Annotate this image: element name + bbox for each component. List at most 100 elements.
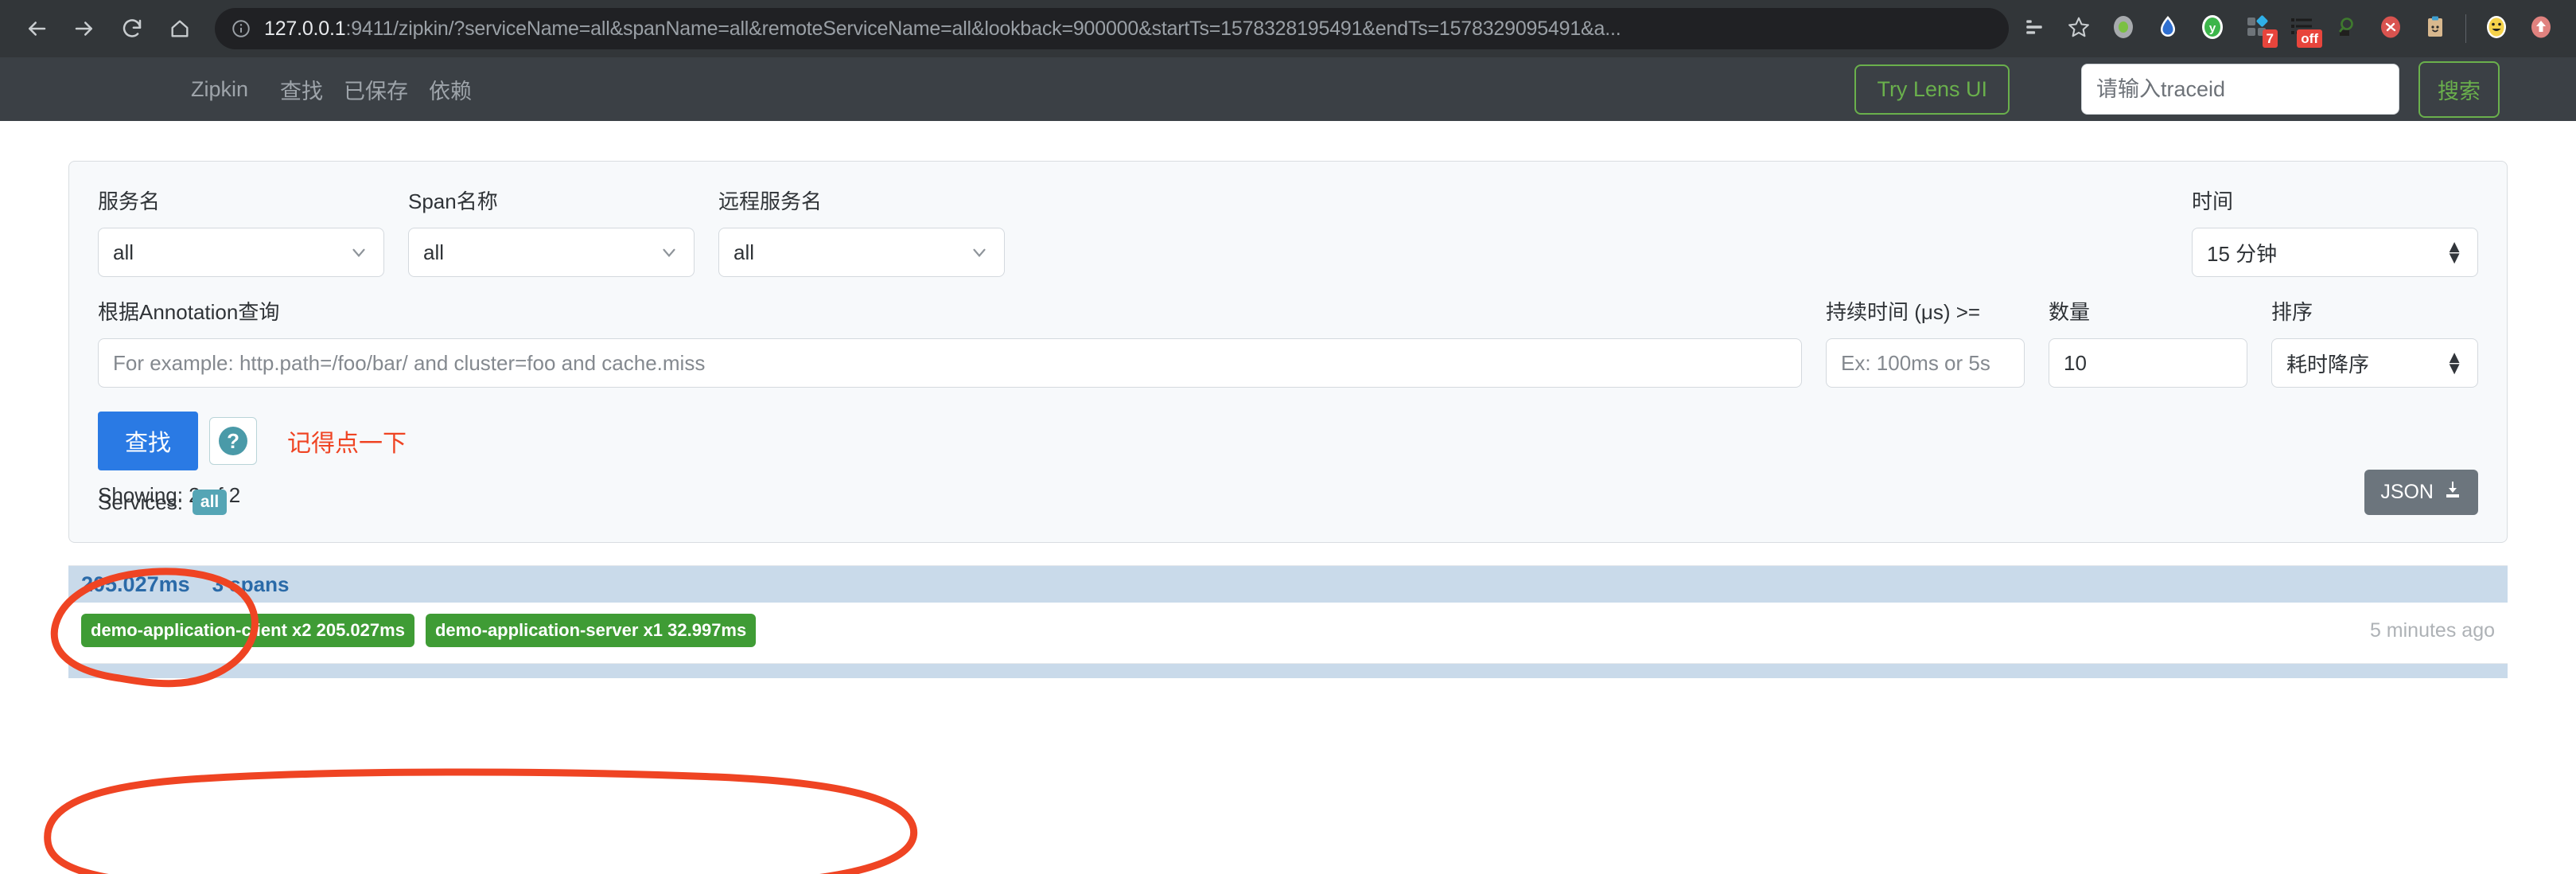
duration-input[interactable]: Ex: 100ms or 5s [1826, 338, 2025, 388]
field-remote-service-name: 远程服务名 all [718, 185, 1005, 277]
extension-list-button[interactable]: off [2279, 6, 2324, 51]
home-button[interactable] [156, 5, 204, 53]
field-duration: 持续时间 (μs) >= Ex: 100ms or 5s [1826, 296, 2025, 388]
services-line: Services: all [98, 490, 228, 515]
extension-yoast-button[interactable]: y [2190, 6, 2235, 51]
span-name-value: all [423, 240, 445, 264]
label-sort: 排序 [2271, 300, 2313, 324]
navbar-right-group: Try Lens UI 搜索 [1854, 60, 2500, 118]
forward-arrow-icon [72, 17, 96, 41]
plug-blocked-icon [2377, 14, 2404, 45]
annotation-query-input[interactable]: For example: http.path=/foo/bar/ and clu… [98, 338, 1802, 388]
search-panel: 服务名 all Span名称 all 远程服务名 all 时间 15 分钟 ▲ … [68, 161, 2508, 543]
label-annotation-query: 根据Annotation查询 [98, 300, 280, 324]
extension-blocker-button[interactable] [2368, 6, 2413, 51]
trace-span-count: 3 spans [212, 572, 290, 596]
trace-results-list: 205.027ms 3 spans demo-application-clien… [68, 565, 2508, 678]
question-mark-icon: ? [219, 427, 248, 455]
toolbar-divider [2465, 14, 2466, 43]
trace-service-badge[interactable]: demo-application-server x1 32.997ms [425, 614, 757, 647]
trace-timestamp: 5 minutes ago [2369, 618, 2495, 642]
svg-text:y: y [2209, 21, 2216, 35]
extensions-puzzle-button[interactable]: 7 [2235, 6, 2279, 51]
reading-list-icon [2024, 17, 2045, 41]
download-icon [2443, 480, 2462, 505]
nav-link-dependencies[interactable]: 依赖 [429, 74, 472, 105]
brand-logo[interactable]: Zipkin [191, 77, 248, 102]
services-chip-all[interactable]: all [192, 490, 228, 515]
service-name-select[interactable]: all [98, 228, 384, 277]
url-host: 127.0.0.1 [264, 17, 346, 40]
duration-placeholder: Ex: 100ms or 5s [1841, 350, 1990, 375]
json-button-label: JSON [2380, 481, 2434, 503]
home-icon [169, 18, 191, 40]
limit-value: 10 [2064, 350, 2087, 375]
table-row[interactable]: 205.027ms 3 spans demo-application-clien… [68, 565, 2508, 663]
nav-link-saved[interactable]: 已保存 [344, 74, 408, 105]
extension-magnifier-button[interactable] [2324, 6, 2368, 51]
limit-input[interactable]: 10 [2049, 338, 2247, 388]
trace-service-badge[interactable]: demo-application-client x2 205.027ms [81, 614, 414, 647]
bookmark-star-button[interactable] [2057, 6, 2101, 51]
back-button[interactable] [13, 5, 60, 53]
annotation-click-here: 记得点一下 [287, 431, 407, 457]
magnifier-icon [2333, 14, 2359, 44]
extension-drop-button[interactable] [2146, 6, 2190, 51]
yoast-icon: y [2199, 14, 2226, 45]
stepper-down-icon: ▼ [2446, 248, 2463, 267]
address-bar[interactable]: 127.0.0.1:9411/zipkin/?serviceName=all&s… [215, 8, 2009, 49]
search-form-row-2: 根据Annotation查询 For example: http.path=/f… [98, 296, 2478, 388]
nav-link-find[interactable]: 查找 [280, 74, 323, 105]
url-text: 127.0.0.1:9411/zipkin/?serviceName=all&s… [264, 18, 1621, 41]
traceid-input[interactable] [2081, 64, 2399, 115]
field-service-name: 服务名 all [98, 185, 384, 277]
profile-avatar-button[interactable] [2474, 6, 2519, 51]
annotation-query-placeholder: For example: http.path=/foo/bar/ and clu… [113, 350, 706, 375]
label-service-name: 服务名 [98, 189, 161, 213]
url-rest: :9411/zipkin/?serviceName=all&spanName=a… [345, 17, 1621, 40]
sort-value: 耗时降序 [2286, 352, 2370, 377]
forward-button[interactable] [60, 5, 108, 53]
trace-duration: 205.027ms [81, 572, 190, 596]
chevron-down-icon [969, 242, 990, 263]
service-name-value: all [113, 240, 134, 264]
help-button[interactable]: ? [209, 417, 258, 465]
services-label: Services: [98, 490, 183, 514]
json-download-button[interactable]: JSON [2364, 470, 2478, 515]
find-button[interactable]: 查找 [98, 412, 199, 470]
field-time: 时间 15 分钟 ▲ ▼ [2192, 185, 2478, 277]
time-select[interactable]: 15 分钟 ▲ ▼ [2192, 228, 2478, 277]
avatar [2483, 14, 2510, 45]
update-button[interactable] [2519, 6, 2563, 51]
remote-service-name-select[interactable]: all [718, 228, 1005, 277]
blue-droplet-icon [2154, 14, 2181, 45]
status-bar: Services: all JSON [98, 470, 2478, 515]
extension-grey-button[interactable] [2101, 6, 2146, 51]
reload-button[interactable] [108, 5, 156, 53]
trace-search-button[interactable]: 搜索 [2418, 60, 2500, 118]
back-arrow-icon [25, 17, 49, 41]
reading-list-button[interactable] [2012, 6, 2057, 51]
browser-chrome: 127.0.0.1:9411/zipkin/?serviceName=all&s… [0, 0, 2576, 57]
trace-header[interactable] [68, 664, 2508, 678]
field-limit: 数量 10 [2049, 296, 2247, 388]
try-lens-ui-button[interactable]: Try Lens UI [1854, 64, 2010, 115]
zipkin-navbar: Zipkin 查找 已保存 依赖 Try Lens UI 搜索 [0, 57, 2576, 121]
action-row: 查找 ? 记得点一下 [98, 412, 2478, 470]
page-content: 服务名 all Span名称 all 远程服务名 all 时间 15 分钟 ▲ … [0, 121, 2576, 874]
trace-body: demo-application-client x2 205.027ms dem… [68, 603, 2508, 663]
reload-icon [120, 17, 144, 41]
update-arrow-icon [2527, 14, 2555, 45]
search-form-row-1: 服务名 all Span名称 all 远程服务名 all 时间 15 分钟 ▲ … [98, 185, 2478, 277]
trace-header[interactable]: 205.027ms 3 spans [68, 566, 2508, 603]
puzzle-badge-count: 7 [2262, 29, 2278, 48]
table-row-next-partial[interactable] [68, 663, 2508, 678]
label-time: 时间 [2192, 189, 2234, 213]
extension-clipboard-button[interactable] [2413, 6, 2457, 51]
stepper-down-icon: ▼ [2446, 358, 2463, 378]
page-info-icon[interactable] [231, 18, 251, 39]
field-span-name: Span名称 all [408, 185, 695, 277]
span-name-select[interactable]: all [408, 228, 695, 277]
time-value: 15 分钟 [2207, 241, 2278, 266]
sort-select[interactable]: 耗时降序 ▲ ▼ [2271, 338, 2478, 388]
